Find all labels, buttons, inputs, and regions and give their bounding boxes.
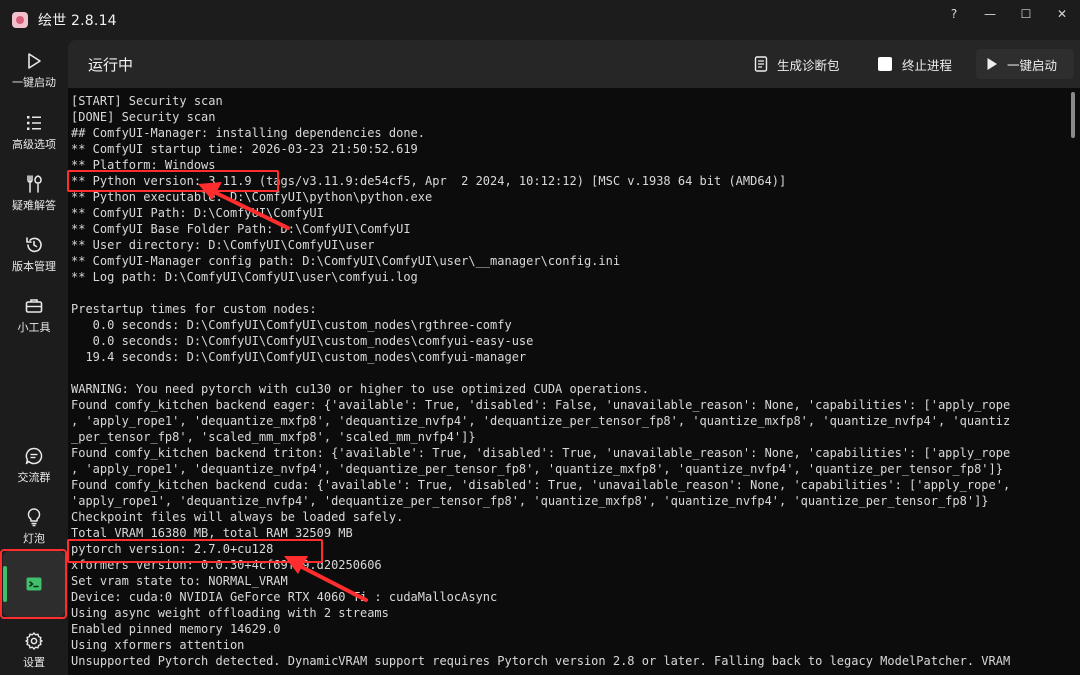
terminate-process-label: 终止进程 (902, 57, 953, 73)
main-panel: 运行中 生成诊断包 终止进程 一键启动 [START] Security sca… (68, 40, 1080, 675)
close-button[interactable]: ✕ (1044, 0, 1080, 28)
sidebar-item-label: 一键启动 (12, 75, 56, 89)
console-line: 0.0 seconds: D:\ComfyUI\ComfyUI\custom_n… (71, 318, 512, 332)
minimize-button[interactable]: — (972, 0, 1008, 28)
console-scrollbar[interactable] (1066, 88, 1080, 675)
tools-icon (27, 174, 42, 193)
sidebar-item-lightbulb[interactable]: 灯泡 (0, 496, 68, 556)
console-line: Prestartup times for custom nodes: (71, 302, 317, 316)
console-line: ** Log path: D:\ComfyUI\ComfyUI\user\com… (71, 270, 418, 284)
window-controls: ? — ☐ ✕ (936, 0, 1080, 28)
sidebar-item-community[interactable]: 交流群 (0, 435, 68, 495)
app-logo-icon (12, 12, 28, 28)
console-line: Found comfy_kitchen backend cuda: {'avai… (71, 478, 1011, 492)
chat-icon (25, 447, 43, 464)
sidebar-item-label: 交流群 (17, 470, 51, 484)
sidebar-item-label: 版本管理 (12, 259, 56, 273)
console-line: ** Python executable: D:\ComfyUI\python\… (71, 190, 433, 204)
console-line: Device: cuda:0 NVIDIA GeForce RTX 4060 T… (71, 590, 498, 604)
document-icon (754, 56, 768, 72)
terminate-process-toggle[interactable]: 终止进程 (868, 49, 962, 79)
console-line: 19.4 seconds: D:\ComfyUI\ComfyUI\custom_… (71, 350, 527, 364)
active-item-indicator (3, 566, 7, 602)
console-line: ** ComfyUI-Manager config path: D:\Comfy… (71, 254, 621, 268)
generate-diagnostics-button[interactable]: 生成诊断包 (744, 49, 850, 79)
console-line: [START] Security scan (71, 94, 223, 108)
console-line: WARNING: You need pytorch with cu130 or … (71, 382, 649, 396)
console-line: ## ComfyUI-Manager: installing dependenc… (71, 126, 426, 140)
generate-diagnostics-label: 生成诊断包 (777, 57, 840, 73)
history-icon (26, 236, 42, 252)
console-line: Set vram state to: NORMAL_VRAM (71, 574, 288, 588)
one-click-launch-label: 一键启动 (1007, 57, 1058, 73)
gear-icon (25, 631, 43, 650)
sidebar-item-versions[interactable]: 版本管理 (0, 224, 68, 284)
lightbulb-icon (27, 507, 41, 526)
title-bar: 绘世 2.8.14 ? — ☐ ✕ (0, 0, 1080, 40)
window-title: 绘世 2.8.14 (38, 13, 117, 29)
sidebar-item-label: 灯泡 (23, 531, 45, 545)
console-line: Checkpoint files will always be loaded s… (71, 510, 404, 524)
play-icon (28, 52, 41, 69)
help-button[interactable]: ? (936, 0, 972, 28)
console-line: 'apply_rope1', 'dequantize_nvfp4', 'dequ… (71, 494, 989, 508)
console-line: ** Python version: 3.11.9 (tags/v3.11.9:… (71, 174, 787, 188)
console-line: , 'apply_rope1', 'dequantize_nvfp4', 'de… (71, 462, 1003, 476)
console-line: [DONE] Security scan (71, 110, 216, 124)
sidebar-item-label: 小工具 (17, 320, 51, 334)
console-icon (26, 577, 42, 591)
console-line: ** ComfyUI Path: D:\ComfyUI\ComfyUI (71, 206, 324, 220)
console-line: Using xformers attention (71, 638, 245, 652)
sidebar-item-settings[interactable]: 设置 (0, 620, 68, 675)
console-line: ** ComfyUI Base Folder Path: D:\ComfyUI\… (71, 222, 411, 236)
sidebar-item-label: 高级选项 (12, 137, 56, 151)
console-line: Enabled pinned memory 14629.0 (71, 622, 281, 636)
terminate-process-checkbox[interactable] (878, 57, 892, 71)
console-line: 0.0 seconds: D:\ComfyUI\ComfyUI\custom_n… (71, 334, 534, 348)
play-icon (987, 58, 997, 70)
console-output[interactable]: [START] Security scan [DONE] Security sca… (68, 88, 1080, 675)
console-line: Found comfy_kitchen backend triton: {'av… (71, 446, 1011, 460)
console-line: pytorch version: 2.7.0+cu128 (71, 542, 274, 556)
console-line: _per_tensor_fp8', 'scaled_mm_mxfp8', 'sc… (71, 430, 476, 444)
sidebar-item-label: 疑难解答 (12, 198, 56, 212)
toolbox-icon (25, 298, 43, 313)
sidebar-item-label: 设置 (23, 655, 45, 669)
sidebar-item-launch[interactable]: 一键启动 (0, 40, 68, 100)
console-line: ** ComfyUI startup time: 2026-03-23 21:5… (71, 142, 418, 156)
sidebar-item-advanced[interactable]: 高级选项 (0, 102, 68, 162)
console-line: ** User directory: D:\ComfyUI\ComfyUI\us… (71, 238, 375, 252)
sidebar: 一键启动 高级选项 疑难解答 版本管理 小工具 交流群 灯泡 设置 (0, 40, 68, 675)
console-line: Total VRAM 16380 MB, total RAM 32509 MB (71, 526, 353, 540)
console-lines: [START] Security scan [DONE] Security sca… (71, 93, 1066, 669)
page-title: 运行中 (88, 56, 134, 74)
toolbar: 运行中 生成诊断包 终止进程 一键启动 (68, 40, 1080, 88)
console-line: xformers version: 0.0.30+4cf69f09.d20250… (71, 558, 382, 572)
maximize-button[interactable]: ☐ (1008, 0, 1044, 28)
one-click-launch-button[interactable]: 一键启动 (976, 49, 1074, 79)
console-line: Using async weight offloading with 2 str… (71, 606, 389, 620)
sidebar-item-tools[interactable]: 小工具 (0, 285, 68, 345)
console-line: , 'apply_rope1', 'dequantize_mxfp8', 'de… (71, 414, 1011, 428)
console-line: Unsupported Pytorch detected. DynamicVRA… (71, 654, 1011, 668)
sidebar-item-troubleshoot[interactable]: 疑难解答 (0, 163, 68, 223)
console-line: Found comfy_kitchen backend eager: {'ava… (71, 398, 1011, 412)
list-icon (27, 115, 41, 130)
console-line: ** Platform: Windows (71, 158, 216, 172)
sidebar-item-console[interactable] (0, 548, 68, 620)
console-scrollbar-thumb[interactable] (1071, 92, 1075, 138)
